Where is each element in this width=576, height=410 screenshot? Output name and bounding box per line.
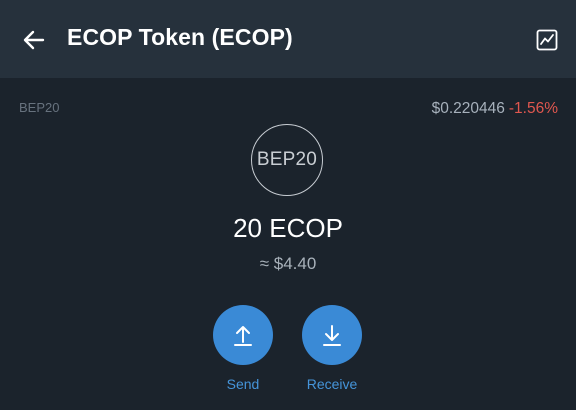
fiat-balance: ≈ $4.40 — [259, 254, 317, 273]
download-arrow-icon — [323, 325, 341, 346]
token-logo-label: BEP20 — [256, 149, 318, 170]
app-header: ECOP Token (ECOP) — [0, 0, 576, 78]
receive-label: Receive — [306, 376, 358, 392]
token-logo: BEP20 — [251, 124, 323, 196]
network-label: BEP20 — [19, 100, 60, 115]
send-button[interactable]: Send — [198, 305, 288, 392]
back-button[interactable] — [20, 27, 48, 53]
receive-button[interactable]: Receive — [287, 305, 377, 392]
price-chart-button[interactable] — [533, 26, 560, 53]
token-price: $0.220446 — [431, 100, 505, 117]
token-detail-screen: ECOP Token (ECOP) BEP20 $0.220446 -1.56% … — [0, 0, 576, 410]
page-title: ECOP Token (ECOP) — [67, 24, 293, 50]
upload-arrow-icon — [234, 326, 252, 346]
receive-circle[interactable] — [302, 305, 362, 365]
send-label: Send — [226, 376, 260, 392]
price-change: -1.56% — [508, 100, 558, 117]
price-row: $0.220446 -1.56% — [432, 100, 558, 118]
send-circle[interactable] — [213, 305, 273, 365]
line-chart-icon — [536, 29, 557, 50]
arrow-left-icon — [23, 30, 45, 50]
token-balance: 20 ECOP — [233, 213, 343, 243]
